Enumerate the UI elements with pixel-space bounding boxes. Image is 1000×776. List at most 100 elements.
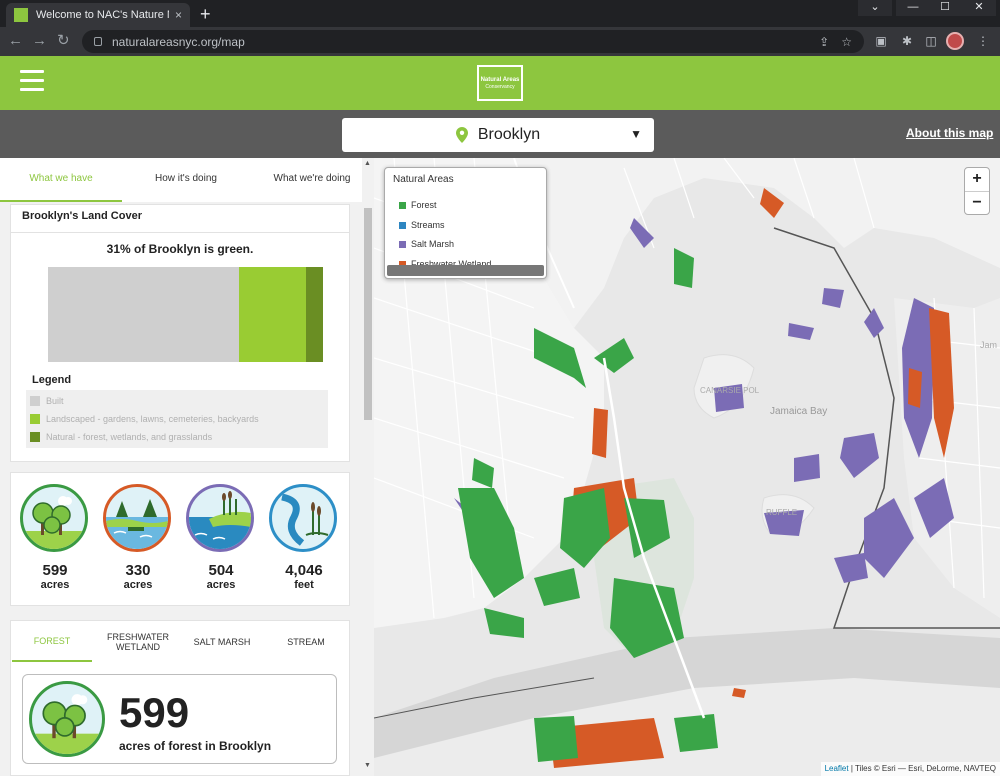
bar-landscaped[interactable]	[239, 267, 306, 362]
stat-salt-marsh[interactable]: 504 acres	[186, 484, 256, 591]
scroll-up-icon[interactable]: ▲	[364, 160, 371, 167]
stat-forest-unit: acres	[40, 579, 70, 591]
info-panel: What we have How it's doing What we're d…	[0, 158, 374, 776]
tab-title: Welcome to NAC's Nature Map!	[36, 9, 169, 21]
stat-stream-unit: feet	[294, 579, 314, 591]
back-icon[interactable]: ←	[8, 32, 23, 50]
swatch-streams	[399, 221, 406, 229]
stat-wetland-value: 330	[125, 562, 151, 579]
share-icon[interactable]: ⇪	[819, 35, 829, 49]
tab-close-icon[interactable]: ×	[175, 8, 182, 22]
legend-footer-bar	[387, 265, 544, 276]
profile-avatar[interactable]	[946, 32, 964, 50]
legend-label-natural: Natural - forest, wetlands, and grasslan…	[46, 432, 213, 442]
tab-what-we-have[interactable]: What we have	[0, 158, 122, 202]
swatch-built	[30, 396, 40, 406]
maximize-icon[interactable]: ☐	[928, 0, 962, 16]
stat-marsh-value: 504	[208, 562, 234, 579]
nature-map[interactable]: Natural Areas Forest Streams Salt Marsh …	[374, 158, 1000, 776]
stat-wetland-unit: acres	[123, 579, 153, 591]
detail-value: 599	[119, 689, 190, 736]
logo-line2: Conservancy	[485, 84, 515, 90]
browser-tab[interactable]: Welcome to NAC's Nature Map! ×	[6, 3, 190, 27]
scroll-down-icon[interactable]: ▼	[364, 762, 371, 769]
swatch-landscaped	[30, 414, 40, 424]
legend-forest[interactable]: Forest	[399, 200, 437, 210]
browser-toolbar: ← → ↻ naturalareasnyc.org/map ⇪ ☆ ▣ ✱ ◫ …	[0, 27, 1000, 56]
forest-icon	[29, 681, 105, 757]
freshwater-wetland-icon	[103, 484, 171, 552]
tab-how-its-doing[interactable]: How it's doing	[122, 158, 250, 202]
site-header: Natural Areas Conservancy	[0, 56, 1000, 110]
legend-label-built: Built	[46, 396, 64, 406]
legend-salt-marsh-label: Salt Marsh	[411, 239, 455, 249]
panel-tabs: What we have How it's doing What we're d…	[0, 158, 362, 202]
legend-item-natural: Natural - forest, wetlands, and grasslan…	[30, 430, 212, 444]
legend-forest-label: Forest	[411, 200, 437, 210]
chevron-down-icon: ▼	[630, 127, 642, 141]
legend-streams[interactable]: Streams	[399, 220, 445, 230]
green-summary: 31% of Brooklyn is green.	[106, 242, 254, 256]
scroll-thumb[interactable]	[364, 208, 372, 420]
about-map-link[interactable]: About this map	[906, 126, 993, 140]
bar-built[interactable]	[48, 267, 239, 362]
hamburger-menu-icon[interactable]	[20, 70, 44, 91]
puzzle-icon[interactable]: ✱	[900, 34, 914, 48]
menu-dots-icon[interactable]: ⋮	[976, 34, 990, 48]
swatch-forest	[399, 201, 406, 209]
close-window-icon[interactable]: ✕	[962, 0, 996, 16]
borough-select[interactable]: Brooklyn ▼	[342, 118, 654, 152]
url-text[interactable]: naturalareasnyc.org/map	[112, 35, 819, 49]
swatch-salt-marsh	[399, 240, 406, 248]
sidebar-icon[interactable]: ◫	[924, 34, 938, 48]
feature-tab-stream[interactable]: STREAM	[264, 622, 348, 662]
tab-what-were-doing[interactable]: What we're doing	[250, 158, 374, 202]
legend-streams-label: Streams	[411, 220, 445, 230]
browser-tab-bar: Welcome to NAC's Nature Map! × + ⌄ — ☐ ✕	[0, 0, 1000, 27]
legend-item-landscaped: Landscaped - gardens, lawns, cemeteries,…	[30, 412, 259, 426]
stat-freshwater-wetland[interactable]: 330 acres	[103, 484, 173, 591]
sub-header: Brooklyn ▼ About this map	[0, 110, 1000, 158]
minimize-icon[interactable]: —	[896, 0, 930, 16]
stat-stream[interactable]: 4,046 feet	[269, 484, 339, 591]
feature-detail: 599 acres of forest in Brooklyn	[22, 674, 337, 764]
borough-label: Brooklyn	[477, 126, 541, 143]
map-label-jam: Jam	[980, 340, 998, 350]
legend-salt-marsh[interactable]: Salt Marsh	[399, 239, 454, 249]
feature-tab-salt-marsh[interactable]: SALT MARSH	[180, 622, 264, 662]
address-bar[interactable]: naturalareasnyc.org/map ⇪ ☆	[82, 30, 864, 53]
nac-logo[interactable]: Natural Areas Conservancy	[477, 65, 523, 101]
stream-icon	[269, 484, 337, 552]
zoom-in-button[interactable]: +	[965, 168, 989, 192]
new-tab-button[interactable]: +	[200, 3, 211, 25]
panel-scrollbar[interactable]: ▲ ▼	[362, 158, 374, 776]
zoom-control: + −	[964, 167, 990, 215]
tab-search-icon[interactable]: ⌄	[858, 0, 892, 16]
location-pin-icon	[455, 127, 468, 143]
bar-natural[interactable]	[306, 267, 323, 362]
favicon-icon	[14, 8, 28, 22]
map-attribution: Leaflet | Tiles © Esri — Esri, DeLorme, …	[820, 762, 1000, 776]
zoom-out-button[interactable]: −	[965, 192, 989, 216]
natural-areas-legend: Natural Areas Forest Streams Salt Marsh …	[384, 167, 547, 279]
stat-marsh-unit: acres	[206, 579, 236, 591]
feature-tab-freshwater-wetland[interactable]: FRESHWATER WETLAND	[96, 622, 180, 662]
land-cover-legend: Built Landscaped - gardens, lawns, cemet…	[26, 390, 328, 448]
bookmark-star-icon[interactable]: ☆	[841, 35, 852, 49]
reload-icon[interactable]: ↻	[57, 32, 70, 50]
forward-icon[interactable]: →	[32, 32, 47, 50]
forest-icon	[20, 484, 88, 552]
natural-areas-title: Natural Areas	[393, 174, 454, 185]
feature-tab-forest[interactable]: FOREST	[12, 622, 92, 662]
stat-forest[interactable]: 599 acres	[20, 484, 90, 591]
detail-text: acres of forest in Brooklyn	[119, 739, 272, 753]
leaflet-link[interactable]: Leaflet	[825, 764, 849, 773]
legend-title: Legend	[32, 374, 72, 386]
logo-line1: Natural Areas	[480, 77, 520, 83]
extension-icon[interactable]: ▣	[874, 34, 888, 48]
land-cover-title: Brooklyn's Land Cover	[22, 210, 142, 222]
legend-item-built: Built	[30, 394, 64, 408]
salt-marsh-icon	[186, 484, 254, 552]
map-label-jamaica-bay: Jamaica Bay	[770, 406, 828, 417]
map-label-canarsie-pol: CANARSIE POL	[700, 386, 760, 395]
